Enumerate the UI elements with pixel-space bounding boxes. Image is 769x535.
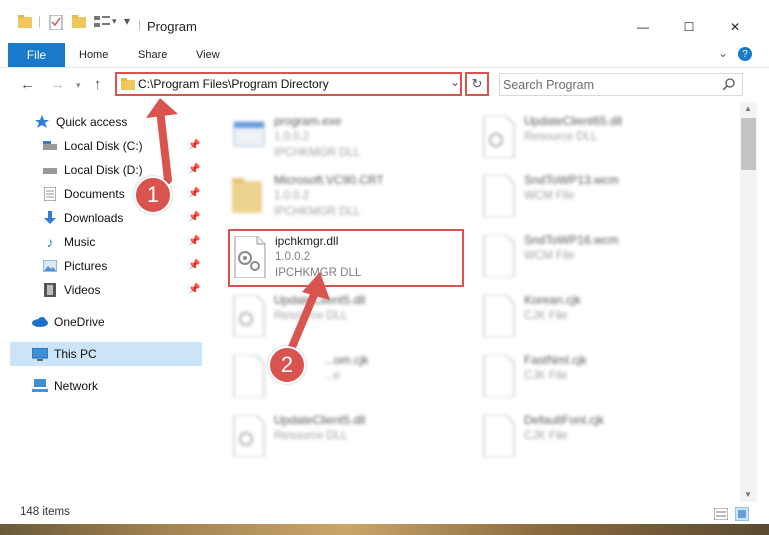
file-item[interactable]: ...om.cjk ...e [232, 351, 462, 407]
address-path[interactable]: C:\Program Files\Program Directory [138, 77, 329, 91]
recent-locations-icon[interactable]: ▾ [76, 80, 81, 91]
new-folder-icon[interactable] [72, 15, 86, 29]
exe-icon [233, 121, 265, 147]
details-view-icon[interactable] [714, 508, 728, 520]
pin-icon[interactable]: 📌 [188, 260, 200, 271]
refresh-button[interactable]: ↻ [465, 72, 489, 96]
close-icon: ✕ [729, 20, 741, 34]
drive-icon [42, 138, 58, 154]
scroll-up-icon[interactable]: ▲ [744, 104, 752, 113]
pin-icon[interactable]: 📌 [188, 212, 200, 223]
sidebar-item-local-disk-c[interactable]: Local Disk (C:) [42, 135, 143, 157]
file-item[interactable]: FastNml.cjk CJK File [482, 351, 712, 407]
refresh-icon: ↻ [471, 76, 483, 91]
videos-icon [42, 282, 58, 298]
chevron-down-icon[interactable]: ▾ [124, 14, 130, 28]
desktop-background [0, 524, 769, 535]
tab-file[interactable]: File [8, 43, 65, 67]
file-icon [483, 355, 515, 397]
callout-badge-2: 2 [268, 346, 306, 384]
callout-badge-1: 1 [134, 176, 172, 214]
expand-ribbon-icon[interactable]: ⌄ [718, 46, 728, 60]
pin-icon[interactable]: 📌 [188, 236, 200, 247]
folder-icon [121, 78, 135, 90]
view-icon[interactable] [94, 15, 110, 29]
pin-icon[interactable]: 📌 [188, 188, 200, 199]
file-item[interactable]: UpdateClient5.dll Resource DLL [232, 291, 462, 347]
pin-icon[interactable]: 📌 [188, 164, 200, 175]
highlight-box [228, 229, 464, 287]
pictures-icon [42, 258, 58, 274]
music-icon: ♪ [46, 234, 54, 250]
file-item[interactable]: program.exe 1.0.0.2 IPCHKMGR DLL [232, 112, 462, 168]
download-icon [42, 210, 58, 226]
address-dropdown-icon[interactable]: ⌄ [450, 75, 460, 89]
file-icon [233, 355, 265, 397]
separator: | [38, 14, 42, 28]
sidebar-item-videos[interactable]: Videos [42, 279, 100, 301]
scroll-thumb[interactable] [741, 118, 756, 170]
minimize-button[interactable]: — [620, 12, 666, 42]
file-item[interactable]: Korean.cjk CJK File [482, 291, 712, 347]
dll-icon [233, 295, 265, 337]
sidebar-item-downloads[interactable]: Downloads [42, 207, 123, 229]
help-icon[interactable]: ? [738, 47, 752, 61]
file-item[interactable]: SndToWP16.wcm WCM File [482, 231, 712, 287]
sidebar-item-pictures[interactable]: Pictures [42, 255, 107, 277]
tab-view[interactable]: View [196, 49, 220, 61]
search-icon[interactable] [723, 78, 735, 90]
separator: | [138, 17, 142, 31]
file-icon [483, 415, 515, 457]
sidebar-item-onedrive[interactable]: OneDrive [32, 311, 105, 333]
computer-icon [32, 346, 48, 362]
star-icon [34, 114, 50, 130]
customize-toolbar-icon[interactable]: ▾ [112, 16, 117, 27]
up-arrow-icon[interactable]: ↑ [94, 76, 102, 93]
drive-icon [42, 162, 58, 178]
large-icons-view-icon[interactable] [735, 507, 749, 521]
sidebar-item-network[interactable]: Network [32, 375, 98, 397]
sidebar-item-music[interactable]: ♪ Music [42, 231, 96, 253]
folder-item[interactable]: Microsoft.VC90.CRT 1.0.0.2 IPCHKMGR DLL [232, 171, 462, 227]
cloud-icon [32, 314, 48, 330]
file-item[interactable]: SndToWP13.wcm WCM File [482, 171, 712, 227]
file-icon [483, 295, 515, 337]
ribbon [0, 41, 769, 68]
sidebar-item-local-disk-d[interactable]: Local Disk (D:) [42, 159, 143, 181]
pin-icon[interactable]: 📌 [188, 140, 200, 151]
sidebar-item-this-pc[interactable]: This PC [32, 343, 97, 365]
forward-arrow-icon[interactable]: → [50, 76, 65, 93]
minimize-icon: — [637, 20, 649, 34]
status-bar [0, 502, 769, 524]
back-arrow-icon[interactable]: ← [20, 76, 35, 93]
pin-icon[interactable]: 📌 [188, 284, 200, 295]
sidebar-item-documents[interactable]: Documents [42, 183, 125, 205]
dll-icon [483, 116, 515, 158]
search-input[interactable] [503, 75, 713, 94]
tab-home[interactable]: Home [79, 49, 108, 61]
file-item[interactable]: DefaultFont.cjk CJK File [482, 411, 712, 467]
window-title: Program [147, 19, 197, 34]
file-icon [483, 175, 515, 217]
file-item[interactable]: UpdateClient5.dll Resource DLL [232, 411, 462, 467]
documents-icon [42, 186, 58, 202]
network-icon [32, 378, 48, 394]
item-count: 148 items [20, 506, 70, 518]
folder-icon [18, 15, 32, 28]
dll-icon [233, 415, 265, 457]
properties-icon[interactable] [49, 15, 63, 30]
file-icon [483, 235, 515, 277]
close-button[interactable]: ✕ [712, 12, 758, 42]
folder-icon [232, 178, 262, 213]
sidebar-item-quick-access[interactable]: Quick access [34, 111, 127, 133]
maximize-button[interactable]: ☐ [666, 12, 712, 42]
maximize-icon: ☐ [683, 20, 695, 34]
file-item[interactable]: UpdateClient65.dll Resource DLL [482, 112, 712, 168]
scroll-down-icon[interactable]: ▼ [744, 490, 752, 499]
tab-share[interactable]: Share [138, 49, 167, 61]
